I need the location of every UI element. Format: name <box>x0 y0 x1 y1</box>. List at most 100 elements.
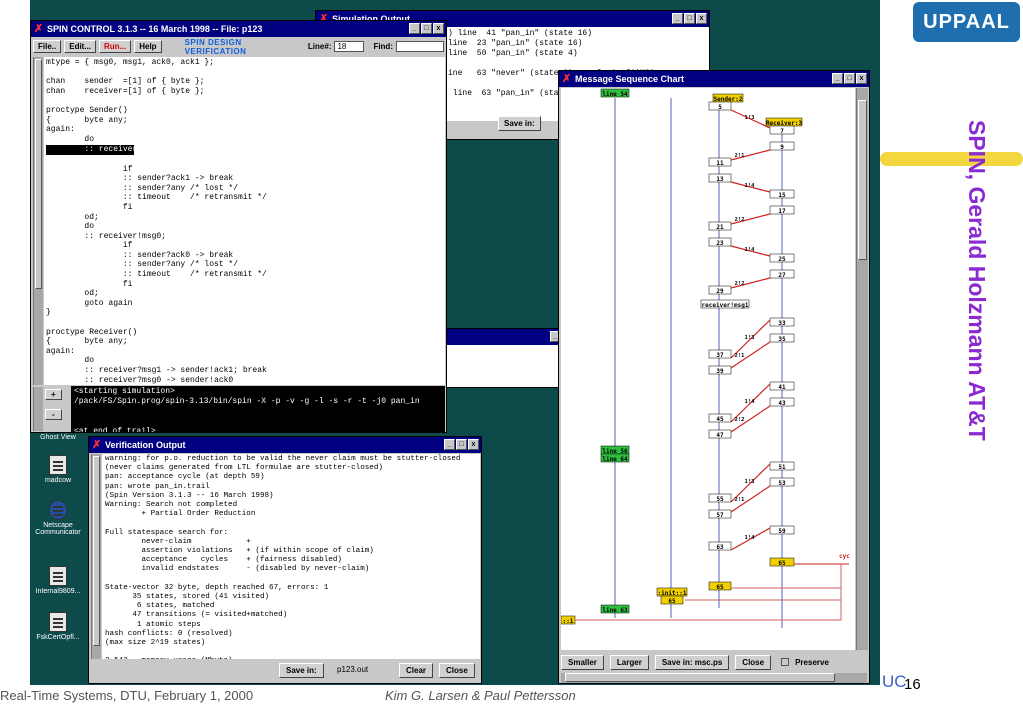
netscape-icon[interactable]: Netscape Communicator <box>28 500 88 536</box>
minimize-button[interactable]: _ <box>409 23 420 34</box>
smaller-button[interactable]: Smaller <box>561 654 604 670</box>
uppaal-logo: UPPAAL <box>913 2 1020 42</box>
x-icon: ✗ <box>92 439 102 451</box>
spin-control-titlebar[interactable]: ✗ SPIN CONTROL 3.1.3 -- 16 March 1998 -- … <box>31 21 446 37</box>
sim-save-button[interactable]: Save in: <box>498 116 541 131</box>
receiver-state-box: 27 <box>778 272 786 279</box>
find-input[interactable] <box>395 41 444 52</box>
file-menu[interactable]: File.. <box>33 40 62 53</box>
maximize-button[interactable]: □ <box>844 73 855 84</box>
msc-close-button[interactable]: Close <box>735 654 772 670</box>
verification-text: warning: for p.o. reduction to be valid … <box>102 454 480 659</box>
page-number: 16 <box>904 676 921 693</box>
sender-state-box: 11 <box>716 160 724 167</box>
msc-canvas: line 54 line 56 line 64 line 63 Sender:2 Rece… <box>561 88 855 650</box>
internal-doc-icon[interactable]: Internal9809... <box>28 566 88 595</box>
cycle-label: cyc <box>839 553 850 560</box>
init-state-label: 65 <box>668 598 676 605</box>
help-menu[interactable]: Help <box>134 40 162 53</box>
find-label: Find: <box>373 42 393 51</box>
minimize-button[interactable]: _ <box>672 13 683 24</box>
spin-heading: SPIN DESIGN VERIFICATION <box>184 37 247 56</box>
verification-scrollbar[interactable] <box>91 454 101 659</box>
code-scrollbar[interactable] <box>33 57 43 385</box>
msc-diagram: line 54line 56line 64line 63Sender:2Rece… <box>561 88 850 628</box>
receiver-state-box: 25 <box>778 256 786 263</box>
ack-arrow-label: 2!2 <box>735 281 745 287</box>
verification-file-field[interactable]: p123.out <box>337 665 368 674</box>
line-number-label: Line#: <box>307 42 332 51</box>
msc-horizontal-scrollbar[interactable] <box>561 673 867 683</box>
close-button[interactable]: x <box>468 439 479 450</box>
maximize-button[interactable]: □ <box>421 23 432 34</box>
verification-close-button[interactable]: Close <box>439 663 475 678</box>
receiver-state-box: 41 <box>778 384 786 391</box>
sender-state-box: 29 <box>716 288 724 295</box>
receiver-state-box: 17 <box>778 208 786 215</box>
netscape-logo-icon <box>49 500 67 520</box>
spin-control-window: ✗ SPIN CONTROL 3.1.3 -- 16 March 1998 -- … <box>30 20 447 433</box>
ack-arrow-label: 2!1 <box>735 497 746 503</box>
send-arrow-label: 1!4 <box>745 183 756 189</box>
icon-label: madcow <box>44 477 72 484</box>
code-scrollbar-thumb[interactable] <box>35 59 42 289</box>
highlight-stroke <box>880 152 1023 166</box>
verification-output-window: ✗ Verification Output _ □ x warning: for p.… <box>88 436 482 684</box>
sender-state-box: 55 <box>716 496 724 503</box>
icon-label: Netscape Communicator <box>35 522 81 536</box>
icon-label: Ghost View <box>40 434 76 441</box>
verification-save-button[interactable]: Save in: <box>279 663 324 678</box>
maximize-button[interactable]: □ <box>684 13 695 24</box>
mid-line-label: line 64 <box>602 456 628 463</box>
line-number-input[interactable]: 18 <box>334 41 365 52</box>
close-button[interactable]: x <box>433 23 444 34</box>
msc-titlebar[interactable]: ✗ Message Sequence Chart _ □ x <box>559 71 869 87</box>
preserve-checkbox[interactable] <box>781 658 790 666</box>
msc-scrollbar-thumb[interactable] <box>858 100 867 260</box>
receiver-state-box: 53 <box>778 480 786 487</box>
promela-code-editor[interactable]: mtype = { msg0, msg1, ack0, ack1 }; chan… <box>44 57 445 385</box>
window-title: Message Sequence Chart <box>575 74 685 84</box>
sender-state-box: 23 <box>716 240 724 247</box>
window-title: SPIN CONTROL 3.1.3 -- 16 March 1998 -- F… <box>47 24 263 34</box>
sender-state-box: 21 <box>716 224 724 231</box>
verification-titlebar[interactable]: ✗ Verification Output _ □ x <box>89 437 481 453</box>
maximize-button[interactable]: □ <box>456 439 467 450</box>
close-button[interactable]: x <box>856 73 867 84</box>
run-menu[interactable]: Run... <box>99 40 132 53</box>
side-title: SPIN, Gerald Holzmann AT&T <box>964 120 990 441</box>
slide: ✗ Simulation Output _ □ x ) line 41 "pan_in… <box>0 0 1023 708</box>
sender-state-box: 39 <box>716 368 724 375</box>
sender-state-box: 63 <box>716 544 724 551</box>
close-button[interactable]: x <box>696 13 707 24</box>
msc-save-button[interactable]: Save in: msc.ps <box>654 654 730 670</box>
receiver-state-box: 7 <box>780 128 784 135</box>
console-scrollbar[interactable] <box>33 387 43 431</box>
uc-mark: UC <box>882 672 907 691</box>
receiver-state-box: 65 <box>778 560 786 567</box>
send-arrow-label: 1!3 <box>745 115 755 121</box>
minimize-button[interactable]: _ <box>444 439 455 450</box>
verification-scrollbar-thumb[interactable] <box>93 456 100 646</box>
msc-vertical-scrollbar[interactable] <box>856 88 868 650</box>
zoom-in-button[interactable]: + <box>45 389 62 400</box>
edit-menu[interactable]: Edit... <box>64 40 97 53</box>
spin-menu-bar: File.. Edit... Run... Help SPIN DESIGN V… <box>33 37 444 56</box>
verification-clear-button[interactable]: Clear <box>399 663 434 678</box>
msc-hscroll-thumb[interactable] <box>565 673 835 682</box>
receiver-state-box: 51 <box>778 464 786 471</box>
send-arrow-label: 1!3 <box>745 335 755 341</box>
zoom-out-button[interactable]: - <box>45 409 62 420</box>
ghost-view-icon[interactable]: Ghost View <box>28 434 88 441</box>
larger-button[interactable]: Larger <box>609 654 649 670</box>
x-icon: ✗ <box>562 73 572 85</box>
ack-arrow-label: 2!2 <box>735 217 745 223</box>
send-arrow-label: 1!4 <box>745 535 756 541</box>
receiver-state-box: 59 <box>778 528 786 535</box>
receiver-state-box: 15 <box>778 192 786 199</box>
minimize-button[interactable]: _ <box>832 73 843 84</box>
fsk-doc-icon[interactable]: FskCertOpfl... <box>28 612 88 641</box>
madcow-icon[interactable]: madcow <box>28 455 88 484</box>
sender-state-box: 65 <box>716 584 724 591</box>
send-arrow-label: 1!3 <box>745 479 755 485</box>
